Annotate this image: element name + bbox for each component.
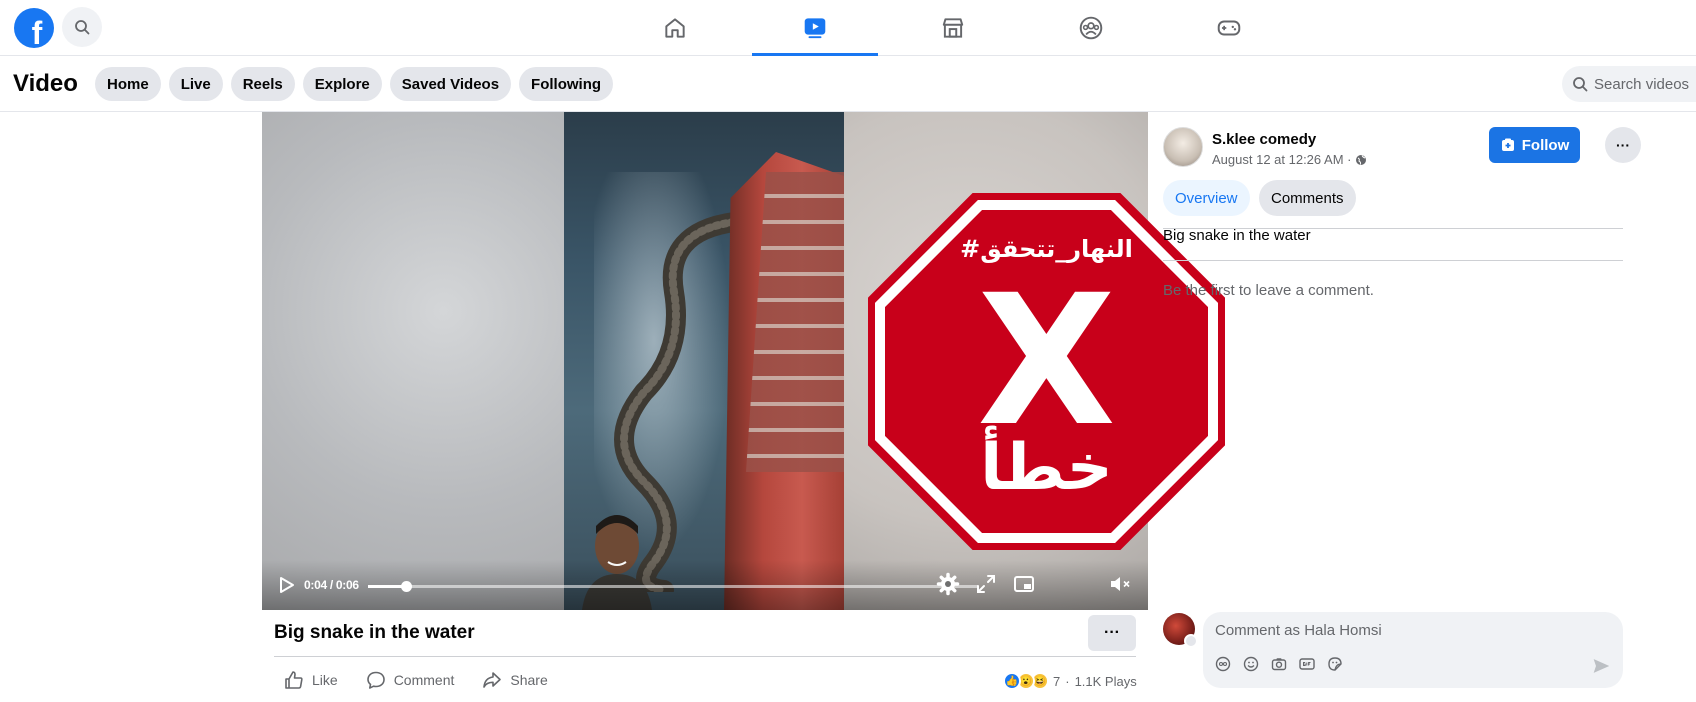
post-actions: Like Comment Share xyxy=(284,670,548,690)
blurred-left-panel xyxy=(262,112,564,610)
groups-icon xyxy=(1079,16,1103,40)
nav-tab-video[interactable] xyxy=(752,0,878,56)
sticker-icon[interactable] xyxy=(1327,656,1343,672)
composer-tools xyxy=(1215,656,1343,672)
follow-label: Follow xyxy=(1521,136,1570,154)
comment-label: Comment xyxy=(393,672,455,688)
comment-icon xyxy=(366,671,385,689)
nav-tab-groups[interactable] xyxy=(1028,0,1154,56)
search-button[interactable] xyxy=(62,7,102,47)
search-videos-input[interactable]: Search videos xyxy=(1562,66,1696,102)
play-count: 1.1K Plays xyxy=(1074,673,1137,689)
post-date-text: August 12 at 12:26 AM · xyxy=(1212,152,1352,167)
empty-comments-message: Be the first to leave a comment. xyxy=(1163,282,1374,299)
search-icon xyxy=(1573,77,1588,92)
emoji-icon[interactable] xyxy=(1243,656,1259,672)
video-subnav: Video Home Live Reels Explore Saved Vide… xyxy=(0,56,1696,112)
player-controls: 0:04 / 0:06 xyxy=(262,560,1148,610)
gaming-icon xyxy=(1217,20,1241,36)
chip-following[interactable]: Following xyxy=(519,67,614,101)
video-more-button[interactable]: ··· xyxy=(1088,615,1136,651)
tab-comments[interactable]: Comments xyxy=(1259,180,1356,216)
comment-input-placeholder[interactable]: Comment as Hala Homsi xyxy=(1215,622,1382,639)
playback-time: 0:04 / 0:06 xyxy=(304,578,359,592)
post-description: Big snake in the water xyxy=(1163,227,1311,244)
divider xyxy=(274,656,1136,657)
play-icon[interactable] xyxy=(274,573,298,597)
page-name[interactable]: S.klee comedy xyxy=(1212,131,1316,148)
fact-check-false-stamp: #النهار_تتحقق X خطأ xyxy=(868,193,1225,550)
page-more-button[interactable]: ··· xyxy=(1605,127,1641,163)
nav-tab-home[interactable] xyxy=(612,0,738,56)
video-frame xyxy=(564,112,844,610)
separator-dot: · xyxy=(1065,673,1070,689)
comment-composer[interactable]: Comment as Hala Homsi xyxy=(1203,612,1623,688)
video-title: Big snake in the water xyxy=(274,622,475,643)
divider xyxy=(1163,260,1623,261)
marketplace-icon xyxy=(942,18,964,38)
comment-button[interactable]: Comment xyxy=(366,670,455,690)
section-title: Video xyxy=(13,70,78,97)
search-videos-placeholder: Search videos xyxy=(1594,75,1690,93)
picture-in-picture-icon[interactable] xyxy=(1012,572,1036,596)
muted-volume-icon[interactable] xyxy=(1108,572,1132,596)
chip-home[interactable]: Home xyxy=(95,67,161,101)
fullscreen-icon[interactable] xyxy=(974,572,998,596)
avatar-sticker-icon[interactable] xyxy=(1215,656,1231,672)
top-navigation-bar: f xyxy=(0,0,1696,56)
stamp-verdict: خطأ xyxy=(980,425,1113,505)
page-avatar[interactable] xyxy=(1163,127,1203,167)
like-reaction-icon: 👍 xyxy=(1003,672,1021,690)
send-icon[interactable] xyxy=(1593,658,1609,674)
avatar-switch-badge[interactable] xyxy=(1184,634,1198,648)
like-label: Like xyxy=(312,672,338,688)
nav-tab-gaming[interactable] xyxy=(1166,0,1292,56)
post-date[interactable]: August 12 at 12:26 AM · xyxy=(1212,152,1367,167)
follow-button[interactable]: Follow xyxy=(1489,127,1580,163)
follow-page-icon xyxy=(1501,138,1514,151)
chip-live[interactable]: Live xyxy=(168,67,223,101)
share-icon xyxy=(483,672,502,688)
reaction-summary[interactable]: 👍 😮 😆 7 · 1.1K Plays xyxy=(1003,672,1137,690)
chip-reels[interactable]: Reels xyxy=(230,67,295,101)
video-chips: Home Live Reels Explore Saved Videos Fol… xyxy=(95,67,614,101)
camera-icon[interactable] xyxy=(1271,656,1287,672)
chip-explore[interactable]: Explore xyxy=(302,67,382,101)
progress-knob[interactable] xyxy=(401,581,412,592)
settings-icon[interactable] xyxy=(936,572,960,596)
gif-icon[interactable] xyxy=(1299,656,1315,672)
like-icon xyxy=(285,671,303,689)
home-icon xyxy=(665,18,685,38)
chip-saved-videos[interactable]: Saved Videos xyxy=(389,67,512,101)
tab-overview[interactable]: Overview xyxy=(1163,180,1250,216)
progress-bar[interactable] xyxy=(368,581,978,592)
share-button[interactable]: Share xyxy=(482,670,548,690)
nav-tab-marketplace[interactable] xyxy=(890,0,1016,56)
like-button[interactable]: Like xyxy=(284,670,338,690)
reaction-count: 7 xyxy=(1053,673,1061,689)
video-icon xyxy=(804,17,826,38)
share-label: Share xyxy=(510,672,548,688)
facebook-logo[interactable]: f xyxy=(14,8,54,48)
search-icon xyxy=(75,20,90,35)
globe-icon xyxy=(1356,154,1367,165)
